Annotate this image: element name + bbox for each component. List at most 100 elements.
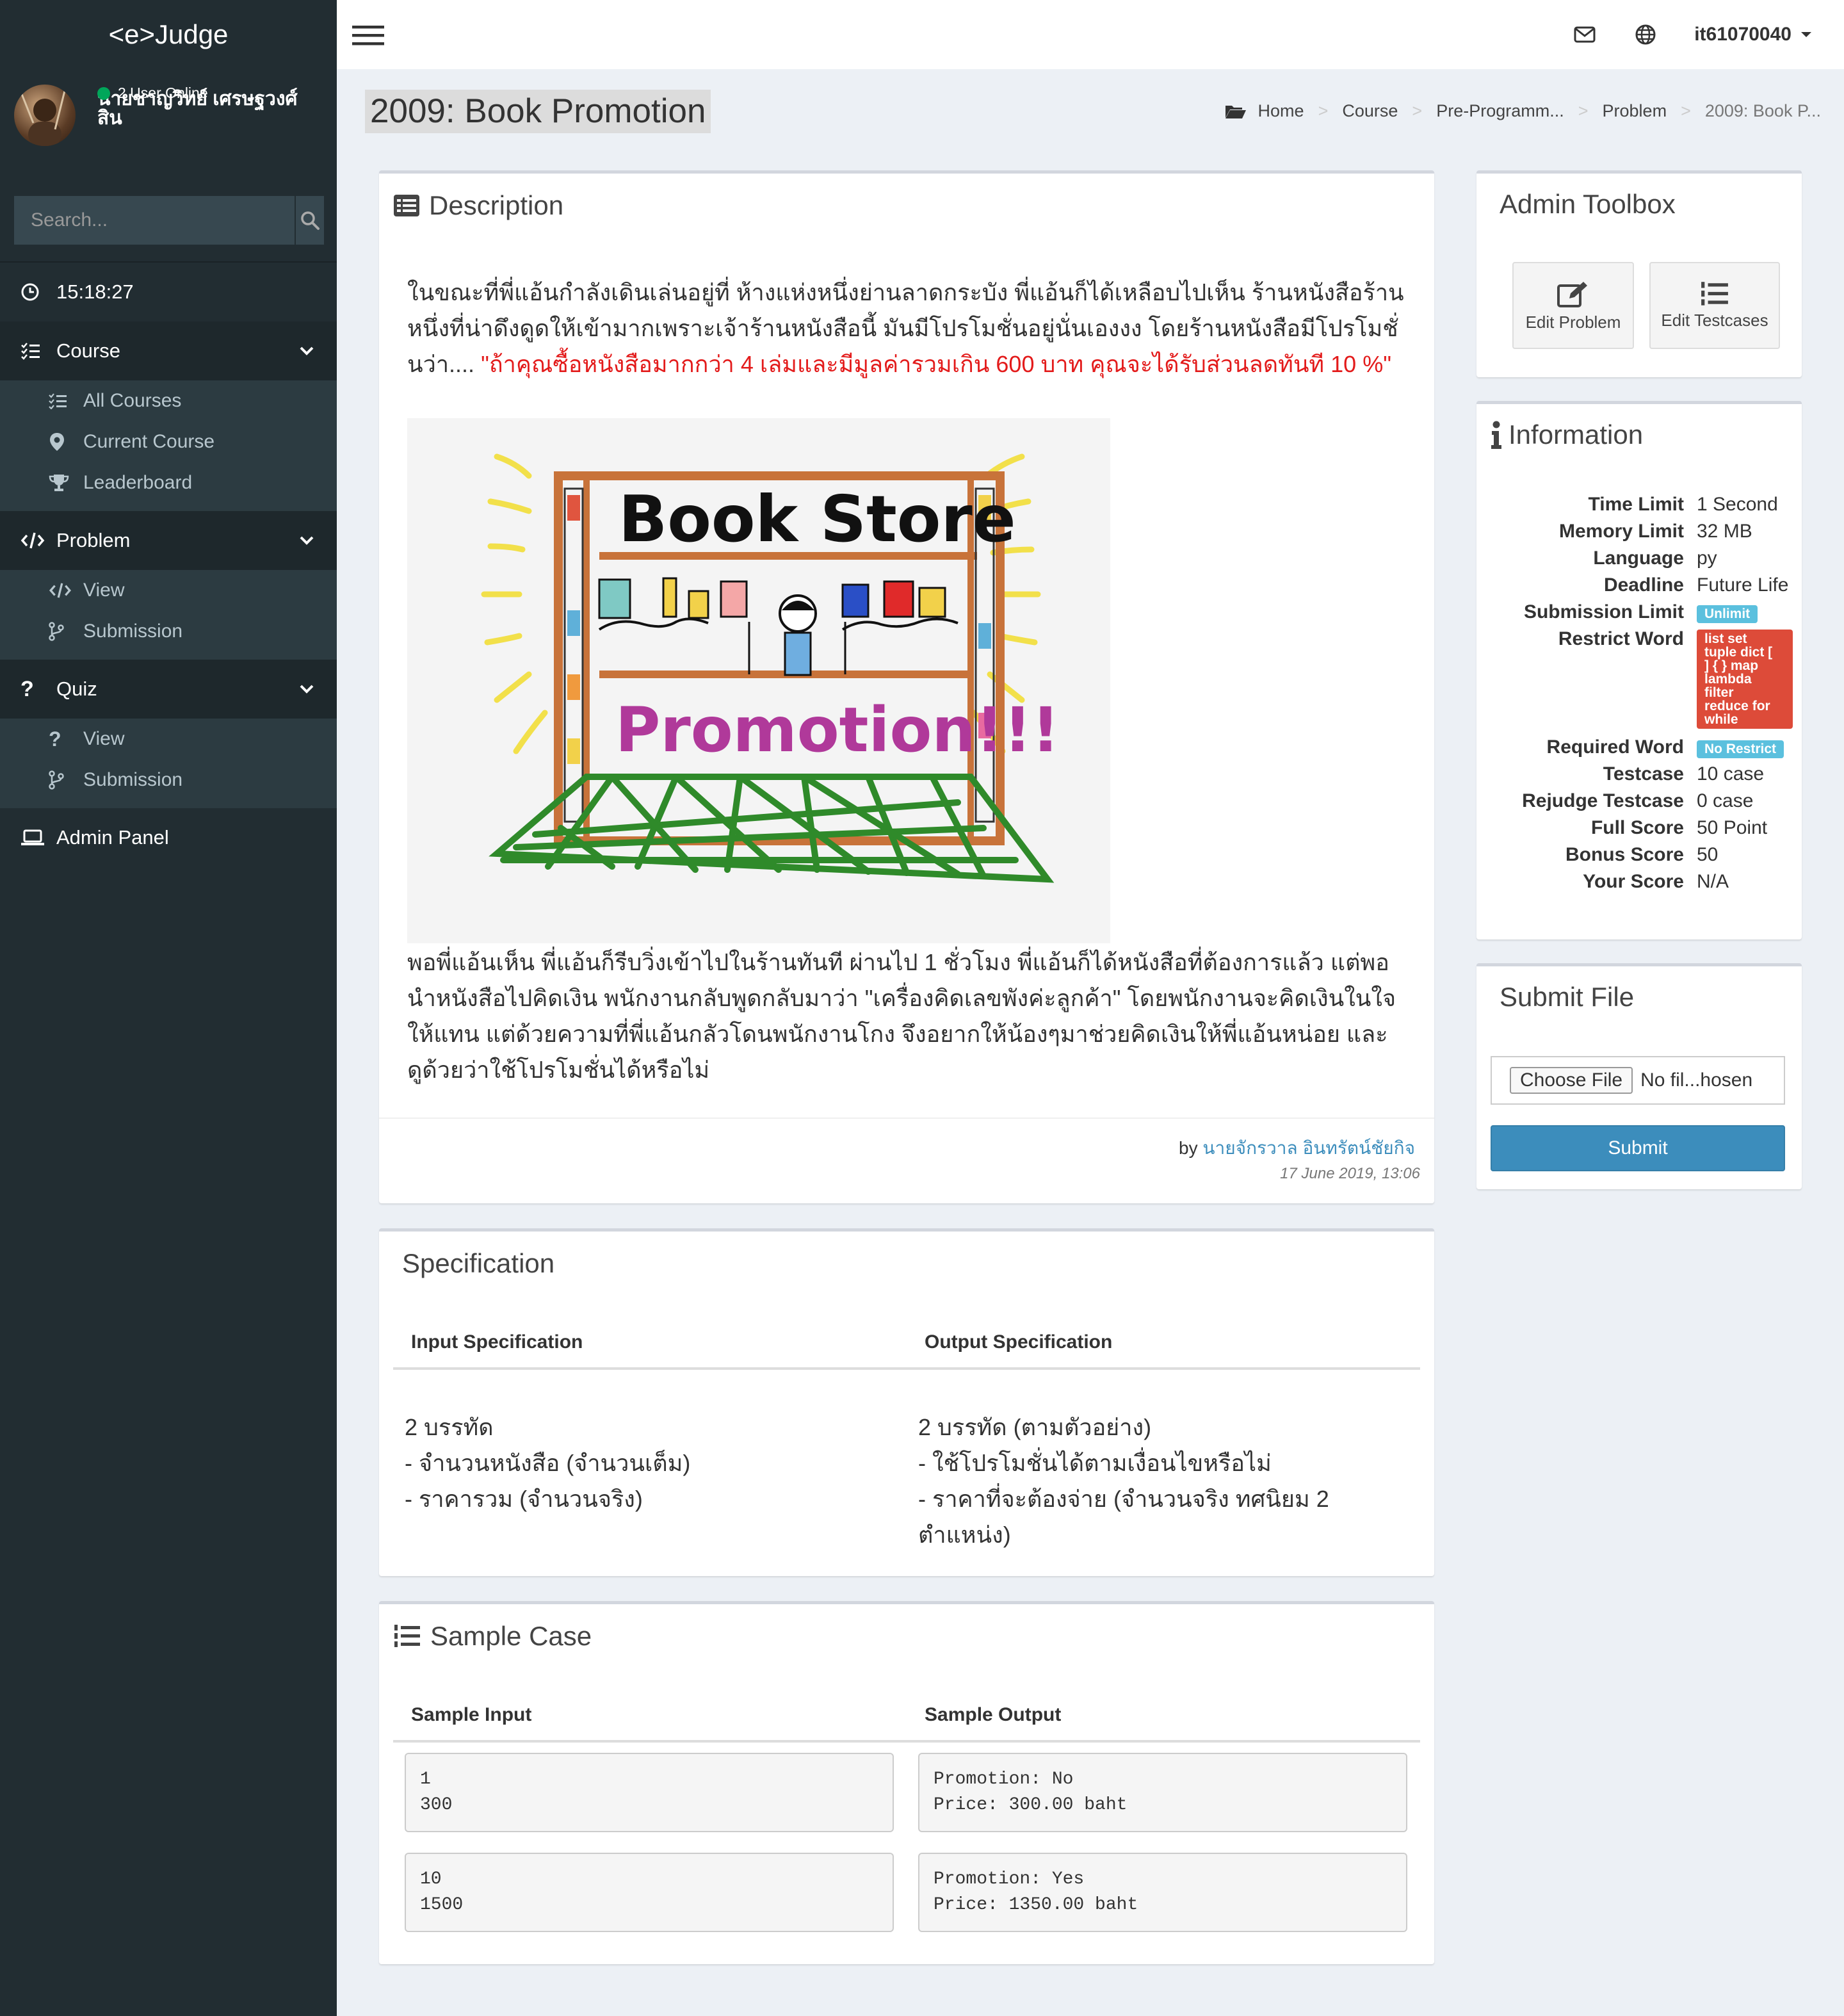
breadcrumb-separator: > — [1318, 101, 1329, 120]
online-status: 2 User Online — [97, 85, 208, 102]
info-row-rejudge-testcase: Rejudge Testcase 0 case — [1522, 790, 1754, 811]
sidebar-item-label: Submission — [83, 769, 183, 790]
sidebar-menu: 15:18:27 Course All Courses Current Cour… — [0, 261, 337, 867]
information-header: Information — [1491, 419, 1643, 450]
specification-box: Specification Input Specification Output… — [379, 1228, 1434, 1576]
sidebar-search — [14, 196, 324, 245]
sidebar-item-all-courses[interactable]: All Courses — [0, 380, 337, 421]
restrict-word-line: while — [1704, 712, 1738, 727]
input-spec-header: Input Specification — [411, 1331, 583, 1353]
chevron-down-icon — [300, 685, 314, 694]
output-spec-line: - ใช้โปรโมชั่นได้ตามเงื่อนไขหรือไม่ — [918, 1450, 1272, 1476]
input-spec: 2 บรรทัด - จำนวนหนังสือ (จำนวนเต็ม) - รา… — [405, 1410, 690, 1517]
sample-output-1: Promotion: No Price: 300.00 baht — [918, 1753, 1407, 1832]
problem-submenu: View Submission — [0, 570, 337, 660]
sidebar-item-label: Submission — [83, 621, 183, 642]
breadcrumb-course[interactable]: Course — [1342, 101, 1398, 121]
sidebar-item-current-course[interactable]: Current Course — [0, 421, 337, 462]
description-box: Description ในขณะที่พี่แอ้นกำลังเดินเล่น… — [379, 170, 1434, 1203]
sample-input-2: 10 1500 — [405, 1853, 894, 1932]
info-icon — [1491, 421, 1501, 449]
info-row-restrict-word: Restrict Word list set tuple dict [ ] { … — [1476, 626, 1802, 731]
breadcrumb-pre-programming[interactable]: Pre-Programm... — [1436, 101, 1564, 121]
sidebar-item-label: All Courses — [83, 390, 182, 411]
choose-file-button[interactable]: Choose File — [1510, 1067, 1633, 1094]
trophy-icon — [49, 475, 69, 491]
restrict-word-line: ] { } map — [1704, 658, 1759, 673]
sidebar-item-leaderboard[interactable]: Leaderboard — [0, 462, 337, 503]
map-marker-icon — [50, 433, 64, 451]
code-icon — [20, 532, 45, 549]
sample-output-header: Sample Output — [925, 1704, 1062, 1725]
breadcrumb-home[interactable]: Home — [1258, 101, 1304, 121]
user-menu[interactable]: it61070040 — [1694, 24, 1812, 45]
file-input[interactable]: Choose File No fil...hosen — [1491, 1056, 1785, 1105]
app-logo[interactable]: <e>Judge — [0, 0, 337, 69]
information-title: Information — [1508, 419, 1644, 450]
restrict-word-line: lambda — [1704, 672, 1752, 687]
info-row-language: Language py — [1593, 548, 1717, 569]
folder-open-icon — [1225, 105, 1246, 118]
post-date: 17 June 2019, 13:06 — [1280, 1165, 1420, 1182]
code-icon — [49, 583, 72, 598]
input-spec-line: 2 บรรทัด — [405, 1414, 494, 1440]
course-submenu: All Courses Current Course Leaderboard — [0, 380, 337, 511]
admin-toolbox: Admin Toolbox Edit Problem Edit Testcase… — [1476, 170, 1802, 377]
submit-button[interactable]: Submit — [1491, 1125, 1785, 1171]
topbar-right: it61070040 — [1574, 0, 1844, 69]
sidebar-item-problem-submission[interactable]: Submission — [0, 611, 337, 652]
sidebar-item-label: Problem — [56, 529, 131, 551]
sample-case-header: Sample Case — [393, 1621, 592, 1652]
list-alt-icon — [394, 195, 419, 216]
restrict-word-line: filter — [1704, 685, 1734, 700]
description-paragraph-1: ในขณะที่พี่แอ้นกำลังเดินเล่นอยู่ที่ ห้าง… — [407, 275, 1406, 382]
info-row-testcase: Testcase 10 case — [1603, 763, 1765, 784]
list-ol-icon — [394, 1625, 420, 1647]
list-ol-icon — [1701, 281, 1728, 305]
submit-button-label: Submit — [1608, 1137, 1668, 1158]
envelope-icon[interactable] — [1574, 26, 1596, 43]
description-paragraph-2: พอพี่แอ้นเห็น พี่แอ้นก็รีบวิ่งเข้าไปในร้… — [407, 949, 1396, 1083]
menu-toggle-icon[interactable] — [352, 24, 384, 46]
edit-problem-button[interactable]: Edit Problem — [1512, 262, 1634, 349]
sidebar-item-quiz[interactable]: ? Quiz — [0, 660, 337, 719]
spec-divider — [393, 1367, 1420, 1370]
description-title: Description — [429, 190, 564, 220]
submit-file-title: Submit File — [1500, 982, 1635, 1012]
clock-icon — [21, 283, 39, 301]
information-box: Information Time Limit 1 Second Memory Li… — [1476, 401, 1802, 939]
breadcrumb-problem[interactable]: Problem — [1603, 101, 1667, 121]
output-spec: 2 บรรทัด (ตามตัวอย่าง) - ใช้โปรโมชั่นได้… — [918, 1410, 1329, 1553]
promotion-condition-text: "ถ้าคุณซื้อหนังสือมากกว่า 4 เล่มและมีมูล… — [481, 351, 1391, 377]
sidebar-item-problem-view[interactable]: View — [0, 570, 337, 611]
output-spec-line: - ราคาที่จะต้องจ่าย (จำนวนจริง ทศนิยม 2 — [918, 1486, 1329, 1512]
breadcrumb: Home > Course > Pre-Programm... > Proble… — [1225, 101, 1821, 121]
breadcrumb-separator: > — [1412, 101, 1423, 120]
author-link[interactable]: นายจักรวาล อินทรัตน์ชัยกิจ — [1202, 1138, 1415, 1158]
edit-testcases-button[interactable]: Edit Testcases — [1649, 262, 1780, 349]
restrict-word-line: reduce for — [1704, 699, 1770, 713]
input-spec-line: - ราคารวม (จำนวนจริง) — [405, 1486, 643, 1512]
output-spec-line: 2 บรรทัด (ตามตัวอย่าง) — [918, 1414, 1152, 1440]
logo-text: <e>Judge — [108, 19, 229, 49]
sidebar-item-admin-panel[interactable]: Admin Panel — [0, 808, 337, 867]
search-button[interactable] — [295, 196, 324, 245]
code-branch-icon — [49, 770, 64, 790]
sample-case-title: Sample Case — [430, 1621, 592, 1651]
info-row-full-score: Full Score 50 Point — [1590, 817, 1768, 838]
restrict-word-line: tuple dict [ — [1704, 645, 1773, 660]
sidebar-item-label: Course — [56, 339, 120, 362]
sidebar-item-course[interactable]: Course — [0, 321, 337, 380]
sidebar-item-quiz-view[interactable]: ? View — [0, 719, 337, 760]
description-divider — [379, 1118, 1434, 1119]
chevron-down-icon — [300, 346, 314, 355]
search-input[interactable] — [14, 196, 295, 245]
sample-output-2: Promotion: Yes Price: 1350.00 baht — [918, 1853, 1407, 1932]
breadcrumb-current: 2009: Book P... — [1704, 101, 1821, 120]
sidebar-item-problem[interactable]: Problem — [0, 511, 337, 570]
specification-title: Specification — [402, 1248, 555, 1278]
sidebar-item-quiz-submission[interactable]: Submission — [0, 760, 337, 801]
sidebar-item-label: Quiz — [56, 678, 97, 700]
globe-icon[interactable] — [1635, 24, 1656, 45]
description-header: Description — [393, 190, 563, 221]
